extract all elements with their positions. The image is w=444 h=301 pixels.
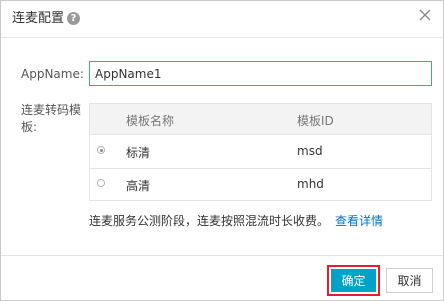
dialog-footer-divider (1, 255, 443, 256)
billing-note: 连麦服务公测阶段，连麦按照混流时长收费。 查看详情 (89, 212, 383, 229)
question-circle-icon[interactable]: ? (67, 12, 80, 25)
close-icon[interactable] (417, 7, 433, 23)
template-radio-selected[interactable] (97, 146, 105, 154)
app-name-label: AppName: (21, 67, 84, 81)
dialog-title: 连麦配置 (12, 11, 65, 26)
confirm-button[interactable]: 确定 (331, 269, 376, 292)
app-name-input[interactable] (89, 61, 432, 86)
template-id: msd (297, 144, 323, 158)
template-name: 高清 (126, 179, 151, 193)
view-details-link[interactable]: 查看详情 (335, 214, 383, 228)
template-table: 模板名称 模板ID 标清 msd 高清 mhd (89, 103, 432, 201)
transcode-template-label: 连麦转码模板: (21, 103, 82, 134)
ok-button-highlight: 确定 (327, 265, 380, 296)
template-radio[interactable] (97, 179, 105, 187)
table-header: 模板名称 模板ID (90, 104, 431, 135)
template-id: mhd (297, 177, 324, 191)
template-name: 标清 (126, 146, 151, 160)
dialog-header: 连麦配置 ? (1, 1, 443, 38)
table-row[interactable]: 标清 msd (90, 135, 431, 169)
billing-note-text: 连麦服务公测阶段，连麦按照混流时长收费。 (89, 214, 330, 228)
column-header-template-name: 模板名称 (126, 114, 175, 128)
live-link-config-dialog: 连麦配置 ? AppName: 连麦转码模板: 模板名称 模板ID 标清 msd… (0, 0, 444, 301)
column-header-template-id: 模板ID (297, 114, 334, 128)
table-row[interactable]: 高清 mhd (90, 168, 431, 201)
cancel-button[interactable]: 取消 (386, 268, 433, 293)
